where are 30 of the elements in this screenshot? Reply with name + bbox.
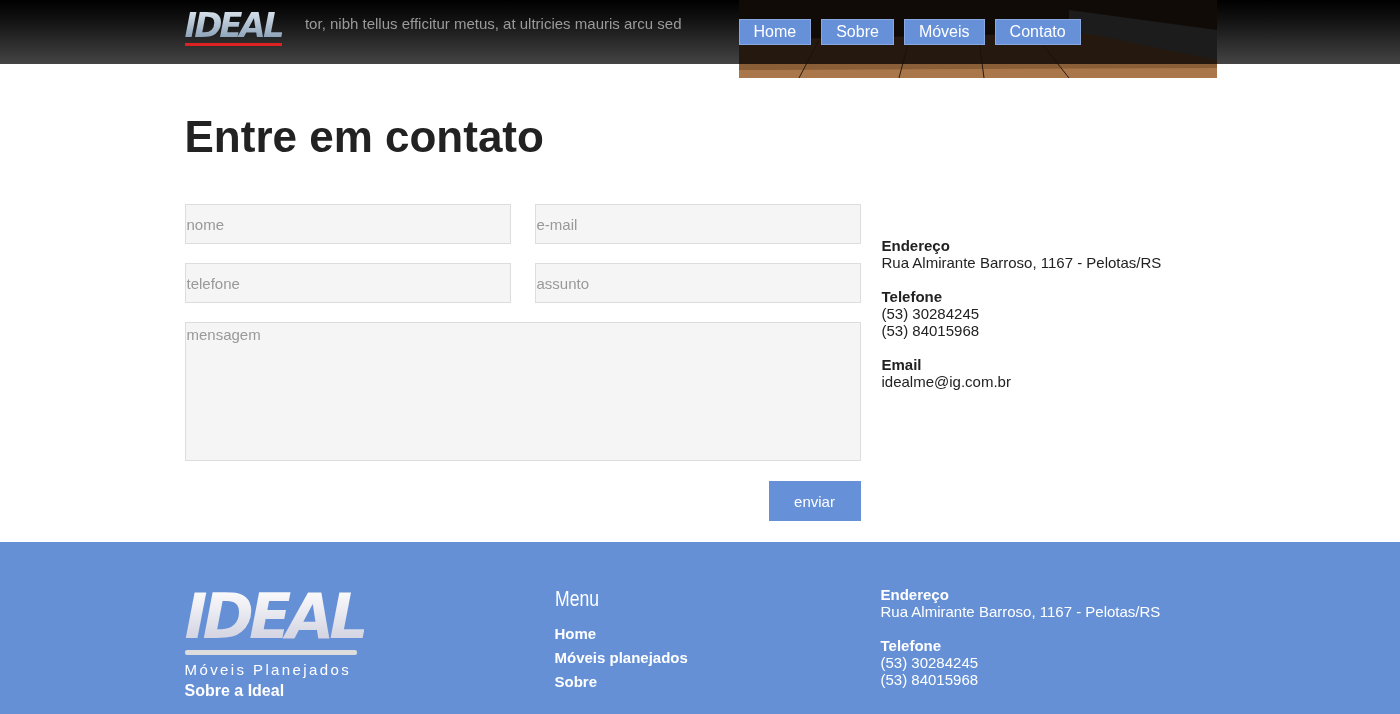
contact-label: Endereço xyxy=(880,586,950,603)
contact-label: Telefone xyxy=(880,637,943,654)
footer-link[interactable]: Sobre xyxy=(554,670,597,694)
nav-link[interactable]: Sobre xyxy=(821,19,894,45)
background-text: tor, nibh tellus efficitur metus, at ultricies mauris arcu sed xyxy=(304,15,682,32)
input-field[interactable]: nome xyxy=(184,204,511,244)
contact-text: idealme@ig.com.br xyxy=(881,373,1012,390)
contact-text: Rua Almirante Barroso, 1167 - Pelotas/RS xyxy=(880,603,1161,620)
nav-link[interactable]: Home xyxy=(738,19,812,45)
nav-link[interactable]: Móveis xyxy=(903,19,985,45)
contact-text: (53) 30284245 xyxy=(881,305,981,322)
about-heading: Sobre a Ideal xyxy=(184,682,285,700)
send-button[interactable]: enviar xyxy=(768,481,861,521)
contact-text: Rua Almirante Barroso, 1167 - Pelotas/RS xyxy=(881,254,1162,271)
input-field[interactable]: telefone xyxy=(184,263,511,303)
contact-text: (53) 84015968 xyxy=(880,671,980,688)
footer-link[interactable]: Móveis planejados xyxy=(554,646,688,670)
tagline: Móveis Planejados xyxy=(184,661,352,678)
menu-heading: Menu xyxy=(554,586,599,612)
contact-label: Email xyxy=(881,356,923,373)
contact-text: (53) 30284245 xyxy=(880,654,980,671)
nav-link[interactable]: Contato xyxy=(994,19,1081,45)
contact-label: Endereço xyxy=(881,237,951,254)
message-field[interactable]: mensagem xyxy=(184,322,861,461)
footer-link[interactable]: Home xyxy=(554,622,597,646)
input-field[interactable]: e-mail xyxy=(534,204,861,244)
page-title: Entre em contato xyxy=(184,112,545,162)
input-field[interactable]: assunto xyxy=(534,263,861,303)
contact-label: Telefone xyxy=(881,288,944,305)
contact-text: (53) 84015968 xyxy=(881,322,981,339)
